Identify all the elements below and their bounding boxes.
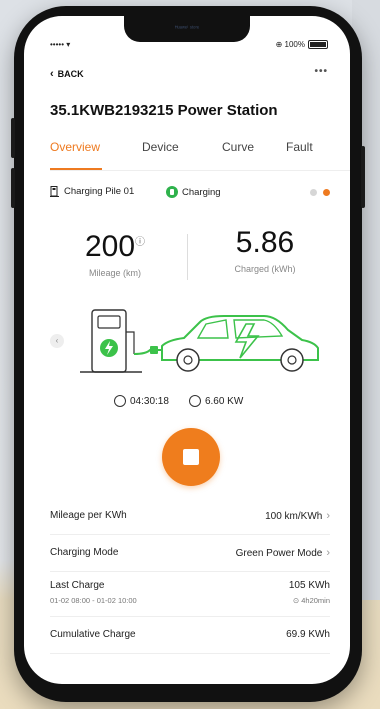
cumulative-charge-value: 69.9 KWh: [286, 629, 330, 640]
charging-mode-label: Charging Mode: [50, 547, 119, 558]
mileage-value-wrap: 200ⓘ: [50, 226, 180, 264]
charging-status-icon: [166, 186, 178, 198]
status-right: ⊕ 100%: [276, 40, 328, 49]
signal-indicator: ••••• ▾: [50, 40, 71, 49]
mileage-label: Mileage (km): [88, 268, 141, 278]
tab-overview[interactable]: Overview: [50, 140, 100, 154]
power-button: [361, 146, 365, 208]
info-icon[interactable]: ⓘ: [135, 237, 145, 248]
charging-status-badge: Charging: [166, 186, 221, 198]
charging-pile-icon: [50, 186, 59, 197]
mileage-per-kwh-value: 100 km/KWh: [265, 510, 323, 522]
mileage-stat: 200ⓘ Mileage (km): [50, 226, 180, 278]
volume-down-button: [11, 168, 15, 208]
charger-car-graphic: [80, 309, 319, 373]
notch-text: ᴴᵘᵃʷᵉⁱ ˢᵗᵒʳᵉ: [174, 26, 200, 32]
more-menu-icon[interactable]: •••: [314, 66, 328, 77]
back-button[interactable]: ‹ BACK: [50, 68, 84, 80]
charging-power-value: 6.60 KW: [204, 395, 244, 407]
charged-value: 5.86: [235, 226, 295, 259]
charged-label: Charged (kWh): [234, 264, 296, 274]
notch: ᴴᵘᵃʷᵉⁱ ˢᵗᵒʳᵉ: [124, 16, 250, 42]
tab-device[interactable]: Device: [142, 140, 179, 154]
page-title: 35.1KWB2193215 Power Station: [50, 102, 278, 119]
chevron-right-icon: ›: [326, 510, 330, 522]
charger-station-icon: [80, 309, 142, 373]
charging-mode-value-wrap: Green Power Mode ›: [236, 547, 330, 559]
charging-status-row: Charging Pile 01 Charging: [50, 186, 330, 200]
tab-curve[interactable]: Curve: [222, 140, 254, 154]
last-charge-period: 01-02 08:00 - 01-02 10:00: [50, 596, 137, 605]
charging-stats: 200ⓘ Mileage (km) 5.86 Charged (kWh): [50, 226, 330, 286]
mileage-per-kwh-value-wrap: 100 km/KWh ›: [265, 510, 330, 522]
chevron-left-icon: ‹: [50, 68, 54, 80]
charging-pile-selector[interactable]: Charging Pile 01: [50, 186, 134, 197]
chevron-right-icon: ›: [326, 547, 330, 559]
charging-meta: 04:30:18 6.60 KW: [114, 394, 300, 408]
stats-divider: [187, 234, 188, 280]
tab-fault[interactable]: Fault: [286, 140, 313, 154]
charging-power: 6.60 KW: [188, 394, 244, 408]
last-charge-label: Last Charge: [50, 580, 105, 591]
pager-dot-active[interactable]: [323, 189, 330, 196]
back-label: BACK: [57, 69, 84, 79]
stop-icon: [183, 449, 199, 465]
cumulative-charge-label: Cumulative Charge: [50, 629, 136, 640]
list-item-cumulative-charge: Cumulative Charge 69.9 KWh: [50, 617, 330, 654]
charging-illustration: ‹: [50, 302, 332, 382]
elapsed-time: 04:30:18: [114, 394, 169, 408]
charging-pile-label: Charging Pile 01: [64, 186, 135, 197]
power-gauge-icon: [188, 395, 201, 407]
mileage-per-kwh-label: Mileage per KWh: [50, 510, 127, 521]
list-item-charging-mode[interactable]: Charging Mode Green Power Mode ›: [50, 535, 330, 572]
battery-percent: ⊕ 100%: [275, 40, 305, 49]
list-item-mileage-per-kwh[interactable]: Mileage per KWh 100 km/KWh ›: [50, 498, 330, 535]
tab-bar: Overview Device Curve Fault: [50, 140, 350, 171]
phone-frame: ᴴᵘᵃʷᵉⁱ ˢᵗᵒʳᵉ ••••• ▾ ⊕ 100% ‹ BACK ••• 3…: [11, 6, 365, 702]
volume-up-button: [11, 118, 15, 158]
charging-mode-value: Green Power Mode: [235, 547, 323, 559]
tab-divider: [50, 170, 350, 171]
stop-charging-button[interactable]: [162, 428, 220, 486]
nav-bar: ‹ BACK •••: [50, 66, 328, 84]
list-item-last-charge: Last Charge 105 KWh 01-02 08:00 - 01-02 …: [50, 572, 330, 617]
last-charge-duration: ⊙ 4h20min: [292, 596, 330, 605]
pager-dot[interactable]: [310, 189, 317, 196]
status-bar: ••••• ▾ ⊕ 100%: [50, 40, 328, 52]
last-charge-value: 105 KWh: [288, 580, 330, 591]
elapsed-time-value: 04:30:18: [130, 395, 169, 407]
charging-status-label: Charging: [182, 186, 221, 198]
pile-pager[interactable]: [310, 189, 330, 196]
mileage-value: 200: [84, 230, 136, 263]
app-screen: ᴴᵘᵃʷᵉⁱ ˢᵗᵒʳᵉ ••••• ▾ ⊕ 100% ‹ BACK ••• 3…: [24, 16, 350, 684]
car-icon: [161, 315, 319, 372]
clock-icon: [114, 395, 126, 407]
charging-details-list: Mileage per KWh 100 km/KWh › Charging Mo…: [50, 498, 330, 654]
charged-stat: 5.86 Charged (kWh): [200, 226, 330, 274]
battery-icon: [308, 40, 328, 49]
